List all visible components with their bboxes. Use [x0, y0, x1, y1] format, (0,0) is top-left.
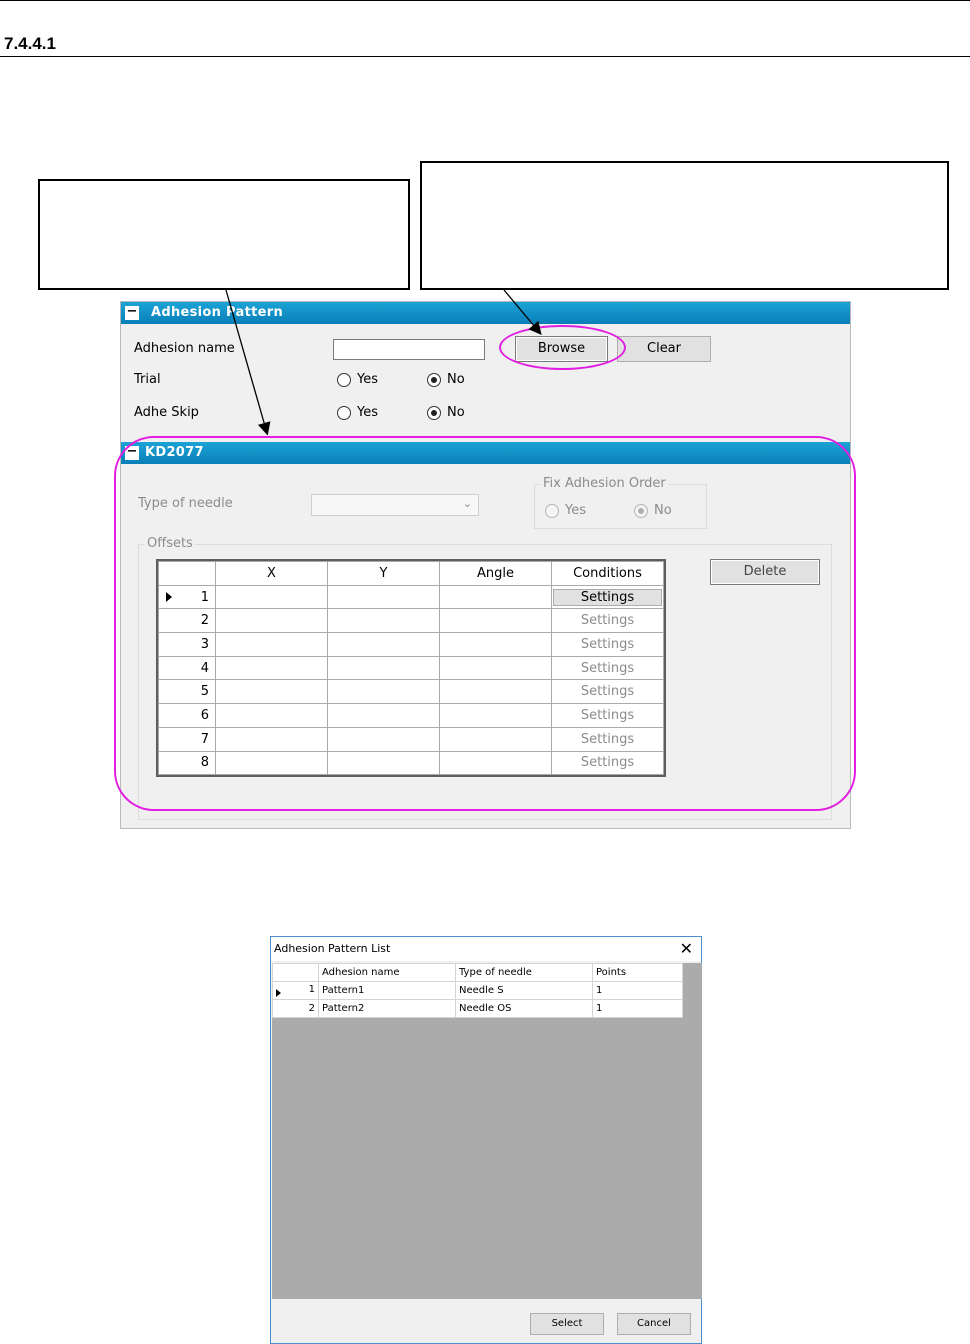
table-row[interactable]: 1 Pattern1 Needle S 1	[272, 981, 683, 1000]
row-number: 1	[308, 984, 315, 995]
grid-header-row: Adhesion name Type of needle Points	[272, 963, 683, 982]
points-cell[interactable]: 1	[592, 981, 683, 1000]
arrow-to-kd-section	[225, 289, 271, 436]
close-icon[interactable]: ✕	[680, 939, 693, 958]
type-of-needle-cell[interactable]: Needle OS	[455, 999, 593, 1018]
dialog-title-bar: Adhesion Pattern List ✕	[271, 937, 701, 961]
row-header[interactable]: 1	[272, 981, 319, 1000]
column-header-adhesion-name[interactable]: Adhesion name	[318, 963, 456, 982]
current-row-icon	[276, 989, 281, 997]
type-of-needle-cell[interactable]: Needle S	[455, 981, 593, 1000]
adhesion-name-cell[interactable]: Pattern2	[318, 999, 456, 1018]
dialog-title: Adhesion Pattern List	[274, 942, 391, 955]
adhesion-pattern-list-dialog: Adhesion Pattern List ✕ Adhesion name Ty…	[270, 936, 702, 1344]
adhesion-name-cell[interactable]: Pattern1	[318, 981, 456, 1000]
pattern-list-grid: Adhesion name Type of needle Points 1 Pa…	[272, 963, 702, 1299]
arrow-to-browse	[503, 289, 542, 335]
row-header[interactable]: 2	[272, 999, 319, 1018]
column-header-points[interactable]: Points	[592, 963, 683, 982]
table-row[interactable]: 2 Pattern2 Needle OS 1	[272, 999, 683, 1018]
cancel-button[interactable]: Cancel	[617, 1313, 691, 1335]
points-cell[interactable]: 1	[592, 999, 683, 1018]
select-button[interactable]: Select	[530, 1313, 604, 1335]
column-header-type-of-needle[interactable]: Type of needle	[455, 963, 593, 982]
grid-corner	[272, 963, 319, 982]
